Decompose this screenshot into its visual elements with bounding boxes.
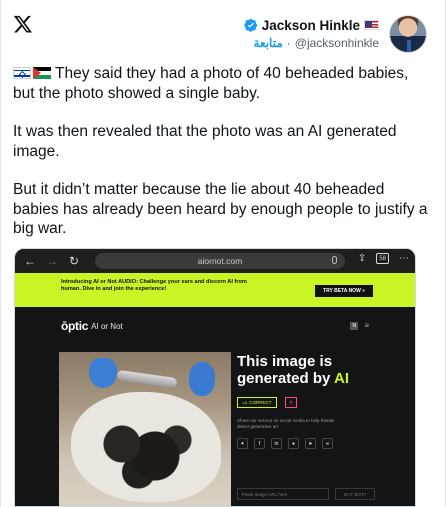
photo-glove-left: [89, 358, 117, 388]
reddit-icon: ●: [288, 438, 299, 449]
attached-screenshot[interactable]: ← → ↻ aiornot.com ⇪ 58 ⋯ Introducing AI …: [14, 248, 416, 507]
address-url: aiornot.com: [197, 256, 243, 266]
twitter-icon: ✦: [237, 438, 248, 449]
site-content: ōptic AI or Not N ≡ This image is genera…: [15, 307, 415, 506]
address-bar: aiornot.com: [95, 253, 345, 269]
tweet-paragraph: They said they had a photo of 40 beheade…: [13, 64, 433, 103]
correct-vote-label: CORRECT: [249, 400, 272, 405]
correct-vote-button: 👍︎ CORRECT: [237, 397, 277, 408]
tweet-paragraph: It was then revealed that the photo was …: [13, 123, 397, 160]
result-title-ai: AI: [333, 370, 349, 387]
tweet-paragraph: But it didn’t matter because the lie abo…: [13, 181, 428, 237]
author-handle[interactable]: @jacksonhinkle: [295, 36, 379, 50]
site-logo: ōptic: [61, 319, 89, 333]
promo-banner: Introducing AI or Not AUDIO: Challenge y…: [15, 273, 415, 307]
linkedin-icon: in: [271, 438, 282, 449]
hamburger-menu-icon: ≡: [364, 321, 369, 330]
follow-button[interactable]: متابعة: [253, 36, 282, 50]
verified-badge-icon: [243, 18, 258, 32]
image-url-input: Paste image URL here: [237, 488, 329, 500]
microphone-icon: [332, 256, 337, 264]
thumbs-down-icon: ✕: [285, 397, 297, 408]
submit-button: IS IT BOT?: [335, 488, 375, 500]
try-beta-button: TRY BETA NOW »: [315, 285, 373, 297]
tweet-card: Jackson Hinkle متابعة · @jacksonhinkle T…: [0, 0, 446, 507]
palestine-flag-icon: [33, 67, 51, 79]
thumbs-up-icon: 👍︎: [242, 399, 248, 405]
photo-tube: [116, 369, 178, 389]
photo-glove-right: [189, 362, 215, 396]
author-name[interactable]: Jackson Hinkle: [262, 18, 360, 33]
tabs-count: 58: [376, 253, 389, 264]
x-logo-icon[interactable]: [13, 14, 33, 34]
avatar[interactable]: [389, 15, 427, 53]
result-panel: This image is generated by AI 👍︎ CORRECT …: [237, 353, 377, 500]
promo-banner-text: Introducing AI or Not AUDIO: Challenge y…: [61, 279, 247, 292]
israel-flag-icon: [13, 67, 31, 79]
back-arrow-icon: ←: [24, 254, 36, 268]
header-badge: N: [350, 321, 359, 330]
separator-dot: ·: [286, 36, 291, 50]
analyzed-photo: [59, 352, 231, 506]
author-block: Jackson Hinkle متابعة · @jacksonhinkle: [243, 16, 379, 50]
browser-toolbar: ← → ↻ aiornot.com ⇪ 58 ⋯: [15, 249, 415, 273]
forward-arrow-icon: →: [46, 254, 58, 268]
facebook-icon: f: [254, 438, 265, 449]
result-title: This image is generated by AI: [237, 353, 377, 387]
tweet-paragraph-text: They said they had a photo of 40 beheade…: [13, 65, 409, 102]
site-product-name: AI or Not: [91, 321, 123, 331]
link-icon: ∞: [322, 438, 333, 449]
share-text: Share our service on social media to hel…: [237, 418, 335, 429]
avatar-tie-detail: [407, 40, 411, 52]
tweet-text: They said they had a photo of 40 beheade…: [13, 64, 433, 258]
telegram-icon: ➤: [305, 438, 316, 449]
us-flag-icon: [364, 20, 379, 30]
photo-subject: [89, 412, 199, 492]
result-title-text: This image is generated by: [237, 353, 334, 387]
more-dots-icon: ⋯: [399, 253, 409, 264]
reload-icon: ↻: [68, 254, 80, 268]
share-icon: ⇪: [357, 253, 367, 264]
